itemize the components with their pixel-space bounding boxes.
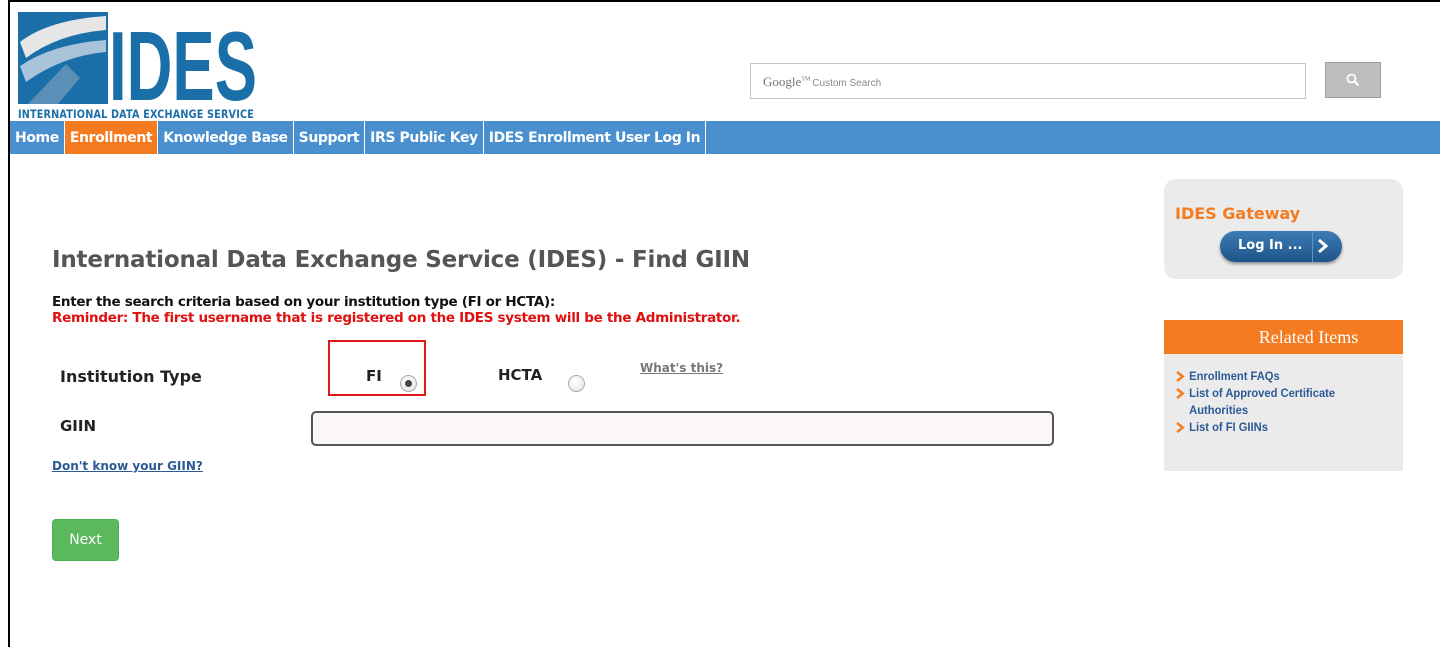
hcta-option-label: HCTA xyxy=(498,366,543,384)
chevron-right-icon xyxy=(1176,422,1185,433)
nav-enrollment[interactable]: Enrollment xyxy=(64,121,159,154)
nav-ides-enrollment-user-log-in[interactable]: IDES Enrollment User Log In xyxy=(484,121,707,154)
logo-main-text: IDES xyxy=(109,12,257,108)
nav-support[interactable]: Support xyxy=(294,121,366,154)
related-items-list: Enrollment FAQs List of Approved Certifi… xyxy=(1176,368,1398,436)
search-button[interactable] xyxy=(1325,62,1381,98)
nav-irs-public-key[interactable]: IRS Public Key xyxy=(365,121,484,154)
search-input[interactable]: GoogleTM Custom Search xyxy=(750,63,1306,99)
instruction-text: Enter the search criteria based on your … xyxy=(52,294,555,310)
related-item-fi-giins[interactable]: List of FI GIINs xyxy=(1176,419,1392,436)
related-item-enrollment-faqs[interactable]: Enrollment FAQs xyxy=(1176,368,1392,385)
login-label: Log In ... xyxy=(1238,238,1303,253)
login-divider xyxy=(1312,231,1313,262)
related-items-panel: Enrollment FAQs List of Approved Certifi… xyxy=(1164,354,1403,471)
chevron-right-icon xyxy=(1318,238,1329,254)
next-button[interactable]: Next xyxy=(52,519,119,561)
giin-label: GIIN xyxy=(60,417,97,435)
whats-this-link[interactable]: What's this? xyxy=(640,361,723,375)
giin-input[interactable] xyxy=(311,411,1054,446)
related-items-header: Related Items xyxy=(1164,320,1403,354)
nav-knowledge-base[interactable]: Knowledge Base xyxy=(158,121,294,154)
search-icon xyxy=(1346,73,1360,87)
nav-home[interactable]: Home xyxy=(10,121,65,154)
google-custom-search-placeholder: GoogleTM Custom Search xyxy=(763,74,882,89)
logo-subtitle: INTERNATIONAL DATA EXCHANGE SERVICE xyxy=(18,107,254,121)
institution-type-label: Institution Type xyxy=(60,367,202,386)
related-item-approved-cas[interactable]: List of Approved Certificate Authorities xyxy=(1176,385,1392,419)
dont-know-giin-link[interactable]: Don't know your GIIN? xyxy=(52,459,203,473)
main-nav: Home Enrollment Knowledge Base Support I… xyxy=(10,121,1440,154)
fi-radio[interactable] xyxy=(400,375,417,392)
page-title: International Data Exchange Service (IDE… xyxy=(52,247,750,273)
hcta-radio[interactable] xyxy=(568,375,585,392)
logo-graphic: IDES xyxy=(18,12,257,108)
ides-logo[interactable]: IDES INTERNATIONAL DATA EXCHANGE SERVICE xyxy=(18,12,258,121)
ides-gateway-panel: IDES Gateway Log In ... xyxy=(1164,179,1403,279)
chevron-right-icon xyxy=(1176,388,1185,399)
reminder-text: Reminder: The first username that is reg… xyxy=(52,310,741,326)
chevron-right-icon xyxy=(1176,371,1185,382)
gateway-login-button[interactable]: Log In ... xyxy=(1220,231,1342,262)
fi-option-label: FI xyxy=(366,367,382,385)
gateway-title: IDES Gateway xyxy=(1175,204,1301,223)
